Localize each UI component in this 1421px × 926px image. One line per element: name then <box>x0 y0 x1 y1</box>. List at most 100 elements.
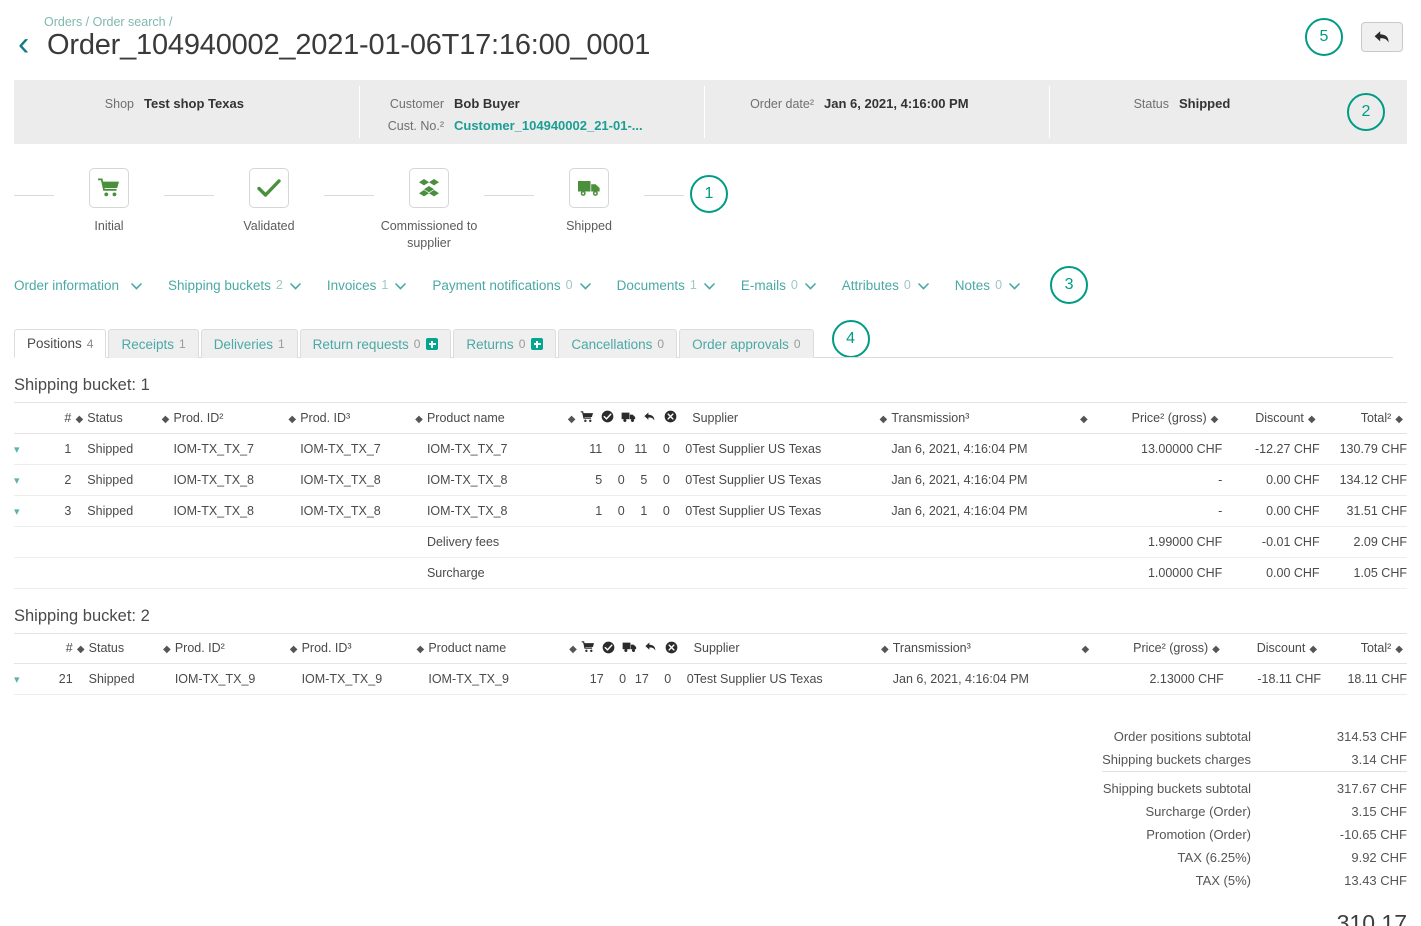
back-button[interactable] <box>1361 22 1403 52</box>
sort-icon[interactable]: ◆ <box>71 403 87 434</box>
table-row[interactable]: ▾ 2 Shipped IOM-TX_TX_8 IOM-TX_TX_8 IOM-… <box>14 464 1407 495</box>
th-price[interactable]: Price² (gross)◆ <box>1092 403 1223 434</box>
shop-label: Shop <box>14 93 134 115</box>
th-supplier[interactable]: Supplier <box>692 403 875 434</box>
expand-row-chevron-down-icon[interactable]: ▾ <box>14 433 43 464</box>
expand-row-chevron-down-icon[interactable]: ▾ <box>14 464 43 495</box>
th-total[interactable]: Total²◆ <box>1320 403 1407 434</box>
th-number[interactable]: # <box>43 633 73 664</box>
cell-qty-cancelled: 0 <box>670 464 692 495</box>
sort-icon[interactable]: ◆ <box>1077 633 1093 664</box>
tab-return-requests[interactable]: Return requests 0 <box>300 329 452 358</box>
dropdown-order-information[interactable]: Order information <box>14 278 142 293</box>
sort-icon[interactable]: ◆ <box>411 403 427 434</box>
sort-icon[interactable]: ◆ <box>875 403 891 434</box>
totals-row: Promotion (Order) -10.65 CHF <box>1102 823 1407 846</box>
cell-product-name-link[interactable]: IOM-TX_TX_8 <box>427 464 564 495</box>
tab-deliveries[interactable]: Deliveries 1 <box>201 329 298 358</box>
cell-discount: 0.00 CHF <box>1222 464 1319 495</box>
th-transmission[interactable]: Transmission³ <box>891 403 1076 434</box>
th-prod-id2[interactable]: Prod. ID² <box>175 633 286 664</box>
dropdown-attributes[interactable]: Attributes 0 <box>842 278 929 293</box>
customer-cell: Customer Bob Buyer Cust. No.² Customer_1… <box>359 80 704 144</box>
add-return-icon[interactable] <box>531 338 543 350</box>
cell-total: 18.11 CHF <box>1321 664 1407 695</box>
step-box <box>569 168 609 208</box>
dropdown-emails[interactable]: E-mails 0 <box>741 278 816 293</box>
chevron-left-icon[interactable]: ‹ <box>18 27 44 61</box>
cell-prod-id3: IOM-TX_TX_8 <box>300 464 411 495</box>
dropdown-count: 1 <box>381 278 388 292</box>
cell-fee-price: 1.00000 CHF <box>1092 557 1223 588</box>
callout-5: 5 <box>1305 18 1343 56</box>
dropdown-notes[interactable]: Notes 0 <box>955 278 1020 293</box>
dropdown-payment-notifications[interactable]: Payment notifications 0 <box>432 278 590 293</box>
expand-row-chevron-down-icon[interactable]: ▾ <box>14 495 43 526</box>
cell-qty-returned: 0 <box>647 464 669 495</box>
shopping-cart-icon <box>98 178 120 198</box>
tab-returns[interactable]: Returns 0 <box>453 329 556 358</box>
dropdown-documents[interactable]: Documents 1 <box>617 278 715 293</box>
sort-icon[interactable]: ◆ <box>159 633 175 664</box>
add-return-request-icon[interactable] <box>426 338 438 350</box>
sort-icon[interactable]: ◆ <box>412 633 428 664</box>
expand-row-chevron-down-icon[interactable]: ▾ <box>14 664 43 695</box>
th-discount[interactable]: Discount◆ <box>1222 403 1319 434</box>
th-prod-id2[interactable]: Prod. ID² <box>173 403 284 434</box>
cell-product-name-link[interactable]: IOM-TX_TX_7 <box>427 433 564 464</box>
cell-price: - <box>1092 495 1223 526</box>
tab-count: 0 <box>414 337 421 351</box>
sort-icon[interactable]: ◆ <box>284 403 300 434</box>
th-status[interactable]: Status <box>87 403 157 434</box>
totals-row: Shipping buckets subtotal 317.67 CHF <box>1102 772 1407 801</box>
sort-icon[interactable]: ◆ <box>564 403 580 434</box>
cell-status: Shipped <box>87 495 157 526</box>
cell-total: 31.51 CHF <box>1320 495 1407 526</box>
table-row[interactable]: ▾ 1 Shipped IOM-TX_TX_7 IOM-TX_TX_7 IOM-… <box>14 433 1407 464</box>
th-prod-id3[interactable]: Prod. ID³ <box>300 403 411 434</box>
sort-icon[interactable]: ◆ <box>73 633 89 664</box>
table-row[interactable]: ▾ 21 Shipped IOM-TX_TX_9 IOM-TX_TX_9 IOM… <box>14 664 1407 695</box>
th-product-name[interactable]: Product name <box>428 633 565 664</box>
stepper-step-commissioned[interactable]: Commissioned to supplier <box>374 168 484 252</box>
th-price[interactable]: Price² (gross)◆ <box>1093 633 1224 664</box>
sort-icon[interactable]: ◆ <box>286 633 302 664</box>
th-total[interactable]: Total²◆ <box>1321 633 1407 664</box>
cell-prod-id3: IOM-TX_TX_7 <box>300 433 411 464</box>
step-label: Validated <box>243 218 294 235</box>
th-supplier[interactable]: Supplier <box>694 633 877 664</box>
th-number[interactable]: # <box>43 403 72 434</box>
tab-positions[interactable]: Positions 4 <box>14 329 106 358</box>
stepper-step-shipped[interactable]: Shipped <box>534 168 644 235</box>
sort-icon[interactable]: ◆ <box>158 403 174 434</box>
th-product-name[interactable]: Product name <box>427 403 564 434</box>
totals-value: -10.65 CHF <box>1287 823 1407 846</box>
th-status[interactable]: Status <box>89 633 159 664</box>
tab-label: Positions <box>27 336 82 351</box>
stepper-step-validated[interactable]: Validated <box>214 168 324 235</box>
truck-icon <box>577 179 601 197</box>
breadcrumb[interactable]: Orders / Order search / <box>44 14 1421 30</box>
table-row[interactable]: ▾ 3 Shipped IOM-TX_TX_8 IOM-TX_TX_8 IOM-… <box>14 495 1407 526</box>
sort-icon[interactable]: ◆ <box>877 633 893 664</box>
stepper-step-initial[interactable]: Initial <box>54 168 164 235</box>
table-header-row: # ◆ Status ◆ Prod. ID² ◆ Prod. ID³ ◆ Pro… <box>14 633 1407 664</box>
dropdown-shipping-buckets[interactable]: Shipping buckets 2 <box>168 278 301 293</box>
reply-arrow-icon <box>1373 29 1392 46</box>
cell-transmission: Jan 6, 2021, 4:16:04 PM <box>891 495 1076 526</box>
th-prod-id3[interactable]: Prod. ID³ <box>302 633 413 664</box>
th-discount[interactable]: Discount◆ <box>1224 633 1321 664</box>
dropdown-label: Notes <box>955 278 990 293</box>
sort-icon[interactable]: ◆ <box>565 633 581 664</box>
cell-product-name-link[interactable]: IOM-TX_TX_9 <box>428 664 565 695</box>
sort-icon[interactable]: ◆ <box>1076 403 1092 434</box>
tab-cancellations[interactable]: Cancellations 0 <box>558 329 677 358</box>
tab-receipts[interactable]: Receipts 1 <box>108 329 198 358</box>
th-transmission[interactable]: Transmission³ <box>893 633 1078 664</box>
dropdown-invoices[interactable]: Invoices 1 <box>327 278 406 293</box>
tab-label: Deliveries <box>214 337 273 352</box>
cell-product-name-link[interactable]: IOM-TX_TX_8 <box>427 495 564 526</box>
tab-order-approvals[interactable]: Order approvals 0 <box>679 329 813 358</box>
customer-number-link[interactable]: Customer_104940002_21-01-... <box>454 115 643 137</box>
cell-prod-id2: IOM-TX_TX_8 <box>173 495 284 526</box>
